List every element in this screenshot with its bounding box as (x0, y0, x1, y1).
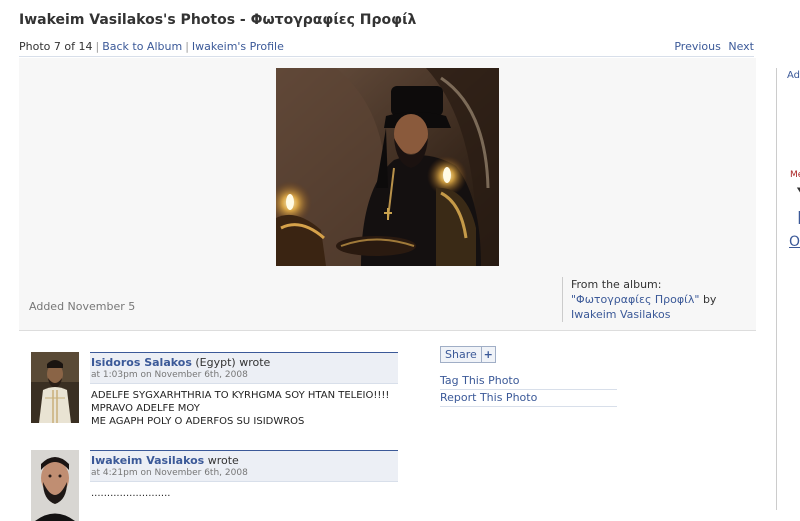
separator: | (185, 40, 189, 53)
comment-wrote: wrote (239, 356, 271, 369)
sidebar-link[interactable]: Ad (787, 70, 800, 81)
comment-author-link[interactable]: Isidoros Salakos (91, 356, 192, 369)
back-to-album-link[interactable]: Back to Album (102, 40, 182, 53)
avatar-image (31, 352, 79, 423)
comment-item: Isidoros Salakos (Egypt) wrote at 1:03pm… (31, 352, 398, 432)
album-line: "Φωτογραφίες Προφίλ" by Iwakeim Vasilako… (571, 292, 756, 322)
avatar[interactable] (31, 352, 79, 423)
profile-link[interactable]: Iwakeim's Profile (192, 40, 284, 53)
main-photo[interactable] (276, 68, 499, 266)
share-label: Share (445, 348, 477, 361)
album-by: by (702, 293, 717, 306)
album-prefix: From the album: (571, 278, 662, 291)
subnav-left: Photo 7 of 14 | Back to Album | Iwakeim's Pr… (19, 40, 284, 53)
report-photo-row: Report This Photo (440, 390, 617, 407)
comment-author-line: Iwakeim Vasilakos wrote (91, 454, 239, 467)
comment-line: ADELFE SYGXARHTHRIA TO KYRHGMA SOY HTAN … (91, 390, 390, 401)
comment-author-line: Isidoros Salakos (Egypt) wrote (91, 356, 270, 369)
tag-photo-link[interactable]: Tag This Photo (440, 374, 519, 387)
subnav-right: Previous Next (674, 40, 754, 53)
photo-image (276, 68, 499, 266)
separator: | (95, 40, 100, 53)
photo-count: Photo 7 of 14 (19, 40, 93, 53)
share-button[interactable]: Share + (440, 346, 496, 363)
plus-icon[interactable]: + (480, 347, 495, 362)
comment-header: Isidoros Salakos (Egypt) wrote at 1:03pm… (90, 352, 398, 384)
avatar[interactable] (31, 450, 79, 521)
album-owner-link[interactable]: Iwakeim Vasilakos (571, 308, 670, 321)
photo-area: Added November 5 From the album: "Φωτογρ… (19, 58, 756, 331)
album-info: From the album: "Φωτογραφίες Προφίλ" by … (562, 277, 756, 322)
sidebar-link[interactable]: O (789, 234, 800, 250)
added-date: Added November 5 (29, 300, 136, 313)
comment-author-location: (Egypt) (195, 356, 236, 369)
comment-item: Iwakeim Vasilakos wrote at 4:21pm on Nov… (31, 450, 398, 521)
comment-line: ME AGAPH POLY O ADERFOS SU ISIDWROS (91, 416, 305, 427)
photo-subnav: Photo 7 of 14 | Back to Album | Iwakeim's Pr… (19, 40, 754, 57)
comment-timestamp: at 1:03pm on November 6th, 2008 (91, 370, 248, 380)
comment-body: ......................... (91, 487, 170, 500)
comment-author-link[interactable]: Iwakeim Vasilakos (91, 454, 204, 467)
right-sidebar: Ad Me Y I O (776, 68, 800, 510)
comment-timestamp: at 4:21pm on November 6th, 2008 (91, 468, 248, 478)
comment-wrote: wrote (207, 454, 239, 467)
comment-line: MPRAVO ADELFE MOY (91, 403, 200, 414)
avatar-image (31, 450, 79, 521)
previous-link[interactable]: Previous (674, 40, 721, 53)
next-link[interactable]: Next (728, 40, 754, 53)
page-title: Iwakeim Vasilakos's Photos - Φωτογραφίες… (19, 12, 417, 28)
comment-body: ADELFE SYGXARHTHRIA TO KYRHGMA SOY HTAN … (91, 389, 389, 428)
report-photo-link[interactable]: Report This Photo (440, 391, 537, 404)
album-name-link[interactable]: "Φωτογραφίες Προφίλ" (571, 293, 699, 306)
tag-photo-row: Tag This Photo (440, 373, 617, 390)
comment-line: ......................... (91, 488, 171, 499)
sidebar-label: Me (790, 170, 800, 180)
comment-header: Iwakeim Vasilakos wrote at 4:21pm on Nov… (90, 450, 398, 482)
